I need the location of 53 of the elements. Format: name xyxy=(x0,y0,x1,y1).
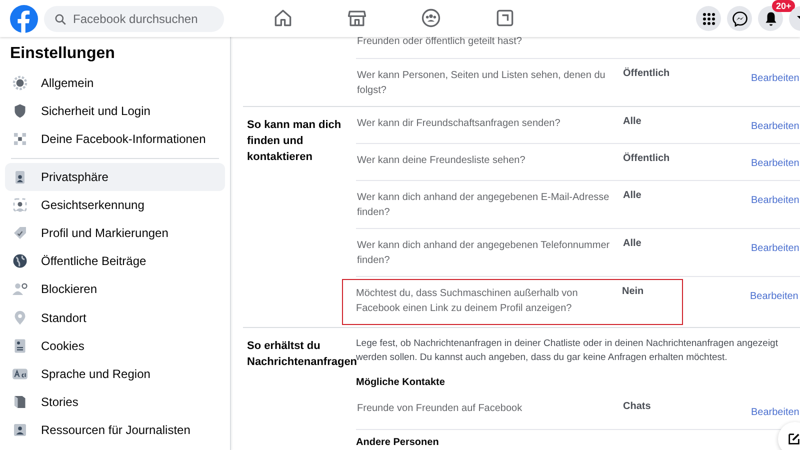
setting-value: Alle xyxy=(623,190,642,200)
sidebar-item[interactable]: Stories xyxy=(5,388,225,416)
logo-icon[interactable] xyxy=(10,4,38,32)
header-button[interactable] xyxy=(727,6,752,31)
setting-value: Öffentlich xyxy=(623,152,671,164)
header-button[interactable] xyxy=(696,6,721,31)
sidebar-title: Einstellungen xyxy=(10,45,116,63)
setting-value: Chats xyxy=(623,401,652,412)
sidebar-item[interactable]: Standort xyxy=(5,304,225,332)
edit-link[interactable]: Bearbeiten xyxy=(751,158,800,169)
sidebar-item[interactable]: Ressourcen für Journalisten xyxy=(5,416,225,444)
setting-question: Möchtest du, dass Suchmaschinen außerhalb von Facebook einen Link zu deinem Profil anzeigen? xyxy=(356,287,579,316)
setting-value: Öffentlich xyxy=(623,68,671,78)
sidebar-item[interactable]: Sicherheit und Login xyxy=(5,97,225,126)
description-text: Lege fest, ob Nachrichtenanfragen in deiner Chatliste oder in deinen Nachrichtenanfragen angezeigt werden sollen. Du kannst auch angeben, dass du gar keine Anfragen erhalten möchtest. xyxy=(356,337,779,364)
sidebar-item[interactable]: Privatsphäre xyxy=(5,162,225,191)
setting-question: Wer kann dich anhand der angegebenen Telefonnummer finden? xyxy=(357,238,611,268)
edit-link[interactable]: Bearbeiten xyxy=(751,195,800,206)
setting-value: Nein xyxy=(622,286,645,297)
sidebar-item[interactable]: Profil und Markierungen xyxy=(5,218,225,248)
edit-link[interactable]: Bearbeiten xyxy=(751,243,800,254)
subheading: Mögliche Kontakte xyxy=(356,376,445,390)
setting-question: Freunden oder öffentlich geteilt hast? xyxy=(357,34,523,48)
setting-question: Wer kann Personen, Seiten und Listen sehen, denen du folgst? xyxy=(357,68,606,98)
people-circle-icon xyxy=(420,6,442,28)
sidebar-item[interactable]: Allgemein xyxy=(5,69,225,98)
setting-question: Wer kann deine Freundesliste sehen? xyxy=(357,154,526,168)
edit-link[interactable]: Bearbeiten xyxy=(751,121,800,132)
setting-question: Freunde von Freunden auf Facebook xyxy=(357,402,524,416)
edit-link[interactable]: Bearbeiten xyxy=(751,406,800,418)
gear-icon xyxy=(11,74,29,92)
subheading: Andere Personen xyxy=(356,436,439,450)
search-field[interactable]: Facebook durchsuchen xyxy=(44,6,224,32)
edit-link[interactable]: Bearbeiten xyxy=(751,73,800,84)
setting-question: Wer kann dir Freundschaftsanfragen senden? xyxy=(357,116,562,130)
setting-value: Alle xyxy=(623,238,642,248)
edit-link[interactable]: Bearbeiten xyxy=(750,291,798,302)
sidebar-item[interactable]: Öffentliche Beiträge xyxy=(5,247,225,276)
section-title: So erhältst du Nachrichtenanfragen xyxy=(246,340,356,370)
edit-icon xyxy=(787,432,800,446)
sidebar-item[interactable]: Sprache und Region xyxy=(5,360,225,388)
search-icon xyxy=(54,12,67,26)
section-title: So kann man dich finden und kontaktieren xyxy=(246,118,342,165)
messenger-icon xyxy=(730,10,748,28)
sidebar-item[interactable]: Blockieren xyxy=(5,275,225,304)
notification-badge: 20+ xyxy=(772,0,796,12)
face-frame-icon xyxy=(11,196,29,214)
globe-icon xyxy=(11,252,29,270)
setting-question: Wer kann dich anhand der angegebenen E-Mail-Adresse finden? xyxy=(357,190,610,220)
sidebar-item[interactable]: Gesichtserkennung xyxy=(5,190,225,219)
sidebar-item[interactable]: Cookies xyxy=(5,332,225,360)
setting-value: Alle xyxy=(623,116,642,126)
sidebar-item[interactable]: Deine Facebook-Informationen xyxy=(5,125,225,154)
